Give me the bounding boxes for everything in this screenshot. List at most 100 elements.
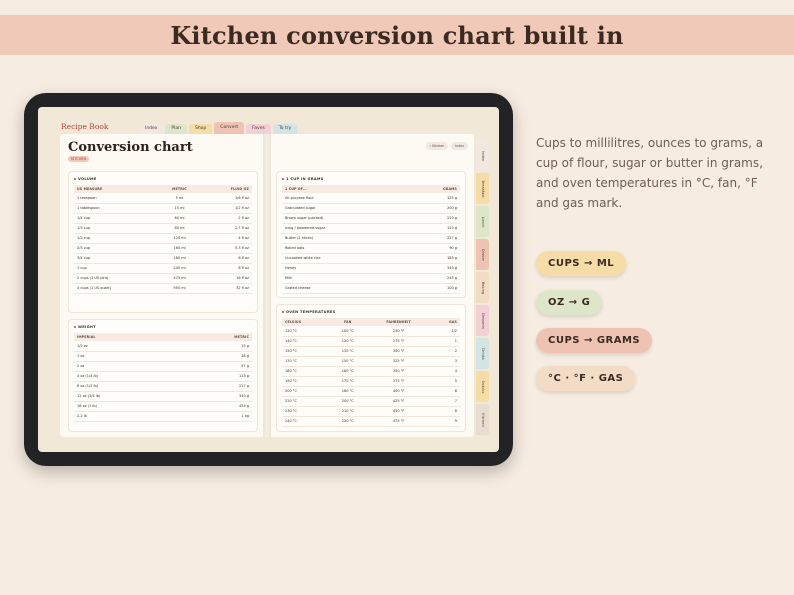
table-cell: 3/4 cup — [74, 253, 158, 264]
tab-faves[interactable]: Faves — [246, 124, 271, 134]
column-header: METRIC — [178, 333, 252, 341]
table-row: 12 oz (3/4 lb) 340 g — [74, 391, 252, 402]
column-header: US MEASURE — [74, 185, 158, 193]
table-cell: 340 g — [406, 263, 460, 274]
table-cell: 1/3 cup — [74, 223, 158, 234]
table-cell: 5.3 fl oz — [201, 243, 252, 254]
table-cell: 245 g — [406, 273, 460, 284]
bullet-dot — [282, 178, 284, 180]
table-cell: 454 g — [178, 401, 252, 412]
table-cell: Rolled oats — [282, 243, 407, 254]
table-cell: Uncooked white rice — [282, 253, 407, 264]
table-cell: 15 g — [178, 341, 252, 352]
column-header: GRAMS — [406, 185, 460, 193]
table-row: 150 °C 130 °C 300 °F 2 — [282, 346, 460, 357]
table-cell: 200 g — [406, 203, 460, 214]
column-header: FAN — [328, 318, 367, 326]
table-cell: Milk — [282, 273, 407, 284]
side-tab-index[interactable]: Index — [476, 140, 489, 171]
table-cell: Granulated sugar — [282, 203, 407, 214]
table-cell: 325 °F — [366, 356, 431, 367]
tab-convert[interactable]: Convert — [214, 122, 245, 134]
table-row: 230 °C 210 °C 450 °F 8 — [282, 406, 460, 417]
oven-card: OVEN TEMPERATURES CELSIUS FAN FAHRENHEIT GA… — [276, 304, 466, 432]
crumb-index-button[interactable]: Index — [451, 142, 468, 150]
bullet-dot — [74, 326, 76, 328]
column-header: IMPERIAL — [74, 333, 179, 341]
table-cell: 32 fl oz — [201, 283, 252, 294]
side-tab-bar: Index Breakfast Lunch Dinner Baking Desserts D… — [476, 140, 489, 435]
table-cell: 120 ml — [157, 233, 202, 244]
table-cell: 16 fl oz — [201, 273, 252, 284]
table-row: 1 cup 240 ml 8 fl oz — [74, 263, 252, 274]
table-row: 3/4 cup 180 ml 6 fl oz — [74, 253, 252, 264]
page-title: Conversion chart — [68, 140, 193, 155]
table-row: 1/4 cup 60 ml 2 fl oz — [74, 213, 252, 224]
table-cell: 400 °F — [366, 386, 431, 397]
side-tab-label: Dinner — [480, 248, 485, 261]
table-cell: Butter (2 sticks) — [282, 233, 407, 244]
crumb-kitchen-button[interactable]: ‹ Kitchen — [425, 142, 449, 150]
feature-chip-1: CUPS → ML — [536, 251, 627, 276]
table-cell: 1 tablespoon — [74, 203, 158, 214]
side-tab-label: Breakfast — [480, 179, 485, 198]
feature-chip-2: OZ → G — [536, 290, 603, 315]
table-row: Grated cheese 100 g — [282, 283, 460, 294]
table-row: Brown sugar (packed) 220 g — [282, 213, 460, 224]
tab-shop[interactable]: Shop — [188, 124, 213, 134]
table-row: 190 °C 170 °C 375 °F 5 — [282, 376, 460, 387]
table-cell: 8 — [430, 406, 460, 417]
weight-card-title: WEIGHT — [74, 325, 252, 329]
table-row: Milk 245 g — [282, 273, 460, 284]
table-row: Icing / powdered sugar 120 g — [282, 223, 460, 234]
table-cell: 120 °C — [328, 336, 367, 347]
side-tab-baking[interactable]: Baking — [476, 272, 489, 303]
column-header: METRIC — [157, 185, 202, 193]
side-tab-snacks[interactable]: Snacks — [476, 371, 489, 402]
table-row: Uncooked white rice 185 g — [282, 253, 460, 264]
table-cell: 1 teaspoon — [74, 193, 158, 204]
table-cell: 475 °F — [366, 416, 431, 427]
table-cell: 28 g — [178, 351, 252, 362]
grams-table: 1 CUP OF... GRAMS All-purpose flour 125 gG… — [282, 185, 460, 294]
side-tab-label: Drinks — [480, 347, 485, 360]
table-cell: 1/2 oz — [74, 341, 179, 352]
side-tab-dinner[interactable]: Dinner — [476, 239, 489, 270]
weight-card: WEIGHT IMPERIAL METRIC 1/2 oz 15 g1 oz 28 g… — [68, 319, 258, 432]
side-tab-kitchen[interactable]: Kitchen — [476, 404, 489, 435]
table-cell: 170 °C — [282, 356, 329, 367]
table-cell: 4 fl oz — [201, 233, 252, 244]
table-row: 4 oz (1/4 lb) 113 g — [74, 371, 252, 382]
table-row: 240 °C 220 °C 475 °F 9 — [282, 416, 460, 427]
bullet-dot — [282, 311, 284, 313]
feature-chip-4: °C · °F · GAS — [536, 366, 636, 391]
banner-title: Kitchen conversion chart built in — [170, 20, 624, 50]
tab-plan[interactable]: Plan — [165, 124, 187, 134]
table-cell: 150 °C — [282, 346, 329, 357]
table-cell: 220 °C — [282, 396, 329, 407]
table-cell: 2 fl oz — [201, 213, 252, 224]
table-cell: 2.2 lb — [74, 411, 179, 422]
table-cell: 2 — [430, 346, 460, 357]
table-cell: 80 ml — [157, 223, 202, 234]
table-cell: 125 g — [406, 193, 460, 204]
table-cell: 240 °C — [282, 416, 329, 427]
side-tab-desserts[interactable]: Desserts — [476, 305, 489, 336]
side-tab-lunch[interactable]: Lunch — [476, 206, 489, 237]
banner: Kitchen conversion chart built in — [0, 15, 794, 55]
table-cell: 60 ml — [157, 213, 202, 224]
table-cell: 8 oz (1/2 lb) — [74, 381, 179, 392]
table-row: 180 °C 160 °C 350 °F 4 — [282, 366, 460, 377]
table-cell: 340 g — [178, 391, 252, 402]
table-cell: 180 ml — [157, 253, 202, 264]
column-header: CELSIUS — [282, 318, 329, 326]
table-cell: 227 g — [178, 381, 252, 392]
table-cell: 12 oz (3/4 lb) — [74, 391, 179, 402]
tab-to-try[interactable]: To try — [272, 124, 298, 134]
crumb-bar: ‹ Kitchen Index — [425, 142, 468, 150]
side-tab-breakfast[interactable]: Breakfast — [476, 173, 489, 204]
tab-index[interactable]: Index — [139, 124, 164, 134]
side-tab-label: Lunch — [480, 216, 485, 227]
side-tab-drinks[interactable]: Drinks — [476, 338, 489, 369]
table-row: 170 °C 150 °C 325 °F 3 — [282, 356, 460, 367]
